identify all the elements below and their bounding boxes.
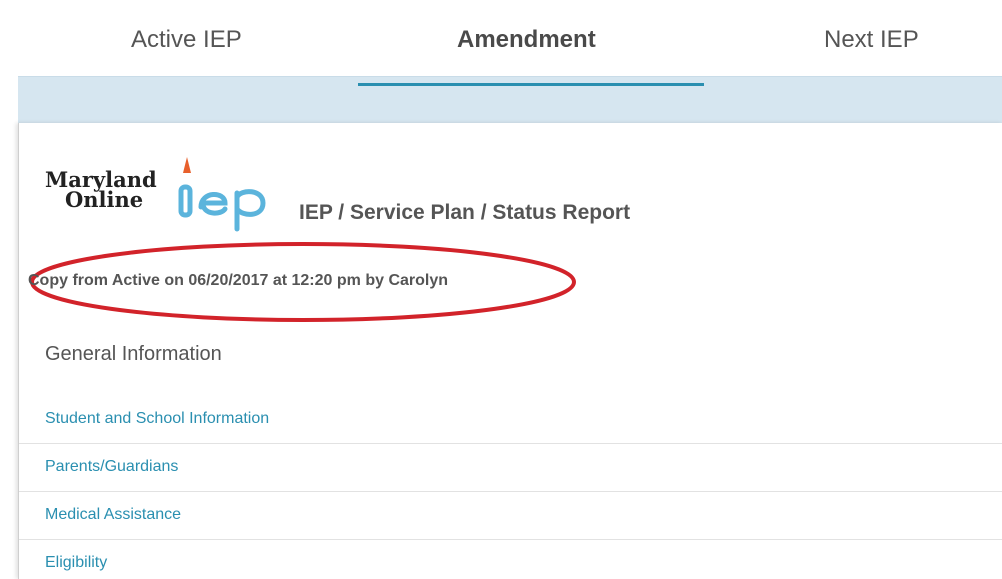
tab-next-iep[interactable]: Next IEP	[824, 26, 919, 54]
nav-item-medical-assistance[interactable]: Medical Assistance	[19, 492, 1002, 540]
copy-info-text: Copy from Active on 06/20/2017 at 12:20 …	[28, 272, 449, 289]
iep-logo-mark-icon	[178, 157, 266, 232]
tab-bar: Active IEP Amendment Next IEP	[0, 0, 1002, 76]
iep-page: Active IEP Amendment Next IEP Maryland O…	[0, 0, 1002, 579]
tab-active-iep[interactable]: Active IEP	[131, 26, 242, 54]
logo-text-online: Online	[65, 187, 144, 212]
general-information-list: Student and School Information Parents/G…	[19, 396, 1002, 579]
nav-item-parents-guardians[interactable]: Parents/Guardians	[19, 444, 1002, 492]
general-information-heading: General Information	[45, 343, 222, 365]
nav-item-label[interactable]: Eligibility	[45, 554, 107, 572]
nav-item-label[interactable]: Parents/Guardians	[45, 458, 178, 476]
maryland-online-iep-logo: Maryland Online	[45, 153, 295, 233]
report-title: IEP / Service Plan / Status Report	[299, 201, 631, 224]
nav-item-label[interactable]: Student and School Information	[45, 410, 269, 428]
active-tab-indicator	[358, 83, 704, 86]
nav-item-student-school-info[interactable]: Student and School Information	[19, 396, 1002, 444]
iep-card: Maryland Online IEP / Service Plan / Sta…	[18, 123, 1002, 579]
tab-amendment[interactable]: Amendment	[457, 26, 596, 54]
nav-item-eligibility[interactable]: Eligibility	[19, 540, 1002, 579]
nav-item-label[interactable]: Medical Assistance	[45, 506, 181, 524]
